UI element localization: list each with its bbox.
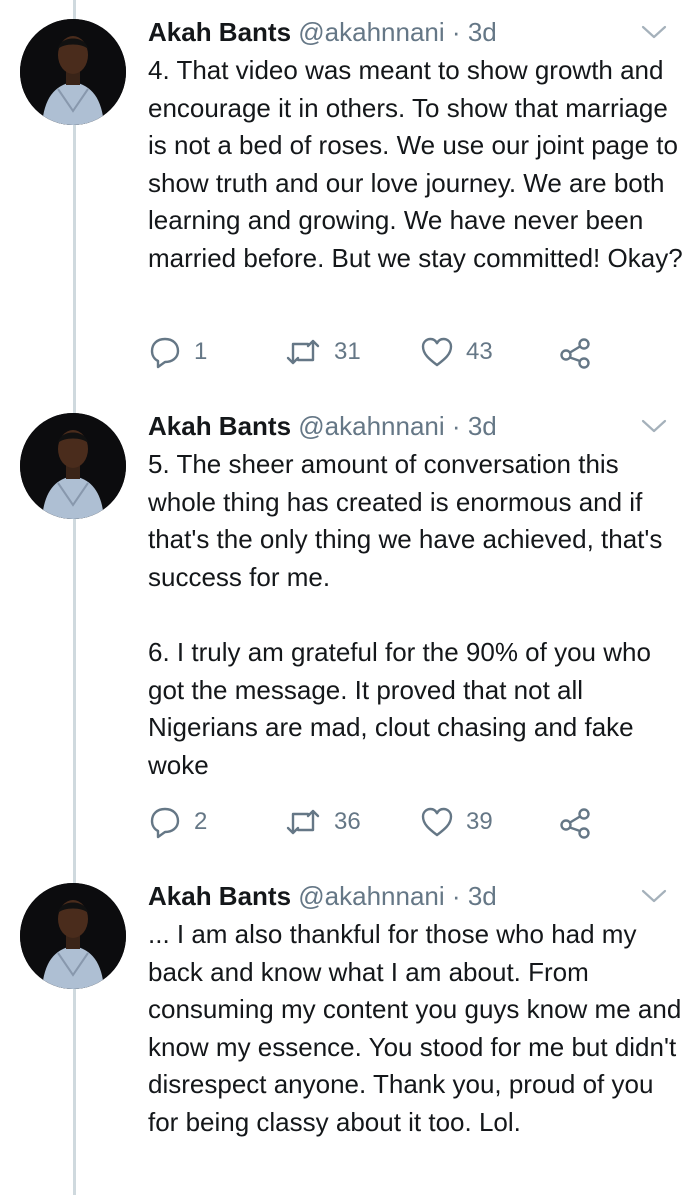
separator-dot: · [451,411,461,441]
reply-button[interactable]: 1 [148,332,207,372]
retweet-button[interactable]: 36 [284,802,361,842]
avatar-photo-icon [20,413,126,519]
author-handle[interactable]: @akahnnani [298,411,444,441]
avatar[interactable] [20,19,126,125]
separator-dot: · [451,881,461,911]
tweet-paragraph: ... I am also thankful for those who had… [148,919,682,1137]
retweet-button[interactable]: 31 [284,332,361,372]
reply-count: 2 [194,808,208,835]
reply-icon [150,807,180,839]
timestamp[interactable]: 3d [468,411,497,441]
timestamp[interactable]: 3d [468,881,497,911]
tweet-actions: 2 36 39 [148,802,648,842]
author-name[interactable]: Akah Bants [148,881,291,911]
like-button[interactable]: 39 [420,802,493,842]
like-button[interactable]: 43 [420,332,493,372]
avatar-photo-icon [20,883,126,989]
timestamp[interactable]: 3d [468,17,497,47]
retweet-count: 31 [334,338,361,365]
share-icon [560,808,590,839]
chevron-down-icon[interactable] [640,22,668,42]
author-name[interactable]: Akah Bants [148,411,291,441]
chevron-down-icon[interactable] [640,886,668,906]
avatar-photo-icon [20,19,126,125]
tweet-text: 4. That video was meant to show growth a… [148,52,688,278]
share-button[interactable] [558,802,592,842]
author-handle[interactable]: @akahnnani [298,881,444,911]
heart-icon [421,337,453,367]
reply-icon [150,337,180,369]
tweet-2[interactable]: Akah Bants @akahnnani · 3d 5. The sheer … [0,408,696,848]
tweet-3[interactable]: Akah Bants @akahnnani · 3d ... I am also… [0,878,696,1195]
reply-button[interactable]: 2 [148,802,207,842]
share-button[interactable] [558,332,592,372]
tweet-header: Akah Bants @akahnnani · 3d [148,408,497,444]
tweet-paragraph: 6. I truly am grateful for the 90% of yo… [148,636,651,780]
separator-dot: · [451,17,461,47]
avatar[interactable] [20,883,126,989]
like-count: 39 [466,808,493,835]
tweet-1[interactable]: Akah Bants @akahnnani · 3d 4. That video… [0,14,696,374]
tweet-paragraph: 4. That video was meant to show growth a… [148,55,683,273]
heart-icon [421,807,453,837]
retweet-icon [286,339,320,365]
author-name[interactable]: Akah Bants [148,17,291,47]
retweet-icon [286,809,320,835]
retweet-count: 36 [334,808,361,835]
author-handle[interactable]: @akahnnani [298,17,444,47]
tweet-header: Akah Bants @akahnnani · 3d [148,14,497,50]
share-icon [560,338,590,369]
tweet-text: ... I am also thankful for those who had… [148,916,688,1142]
avatar[interactable] [20,413,126,519]
tweet-actions: 1 31 43 [148,332,648,372]
reply-count: 1 [194,338,208,365]
tweet-text: 5. The sheer amount of conversation this… [148,446,688,784]
like-count: 43 [466,338,493,365]
tweet-paragraph: 5. The sheer amount of conversation this… [148,449,663,592]
tweet-header: Akah Bants @akahnnani · 3d [148,878,497,914]
chevron-down-icon[interactable] [640,416,668,436]
